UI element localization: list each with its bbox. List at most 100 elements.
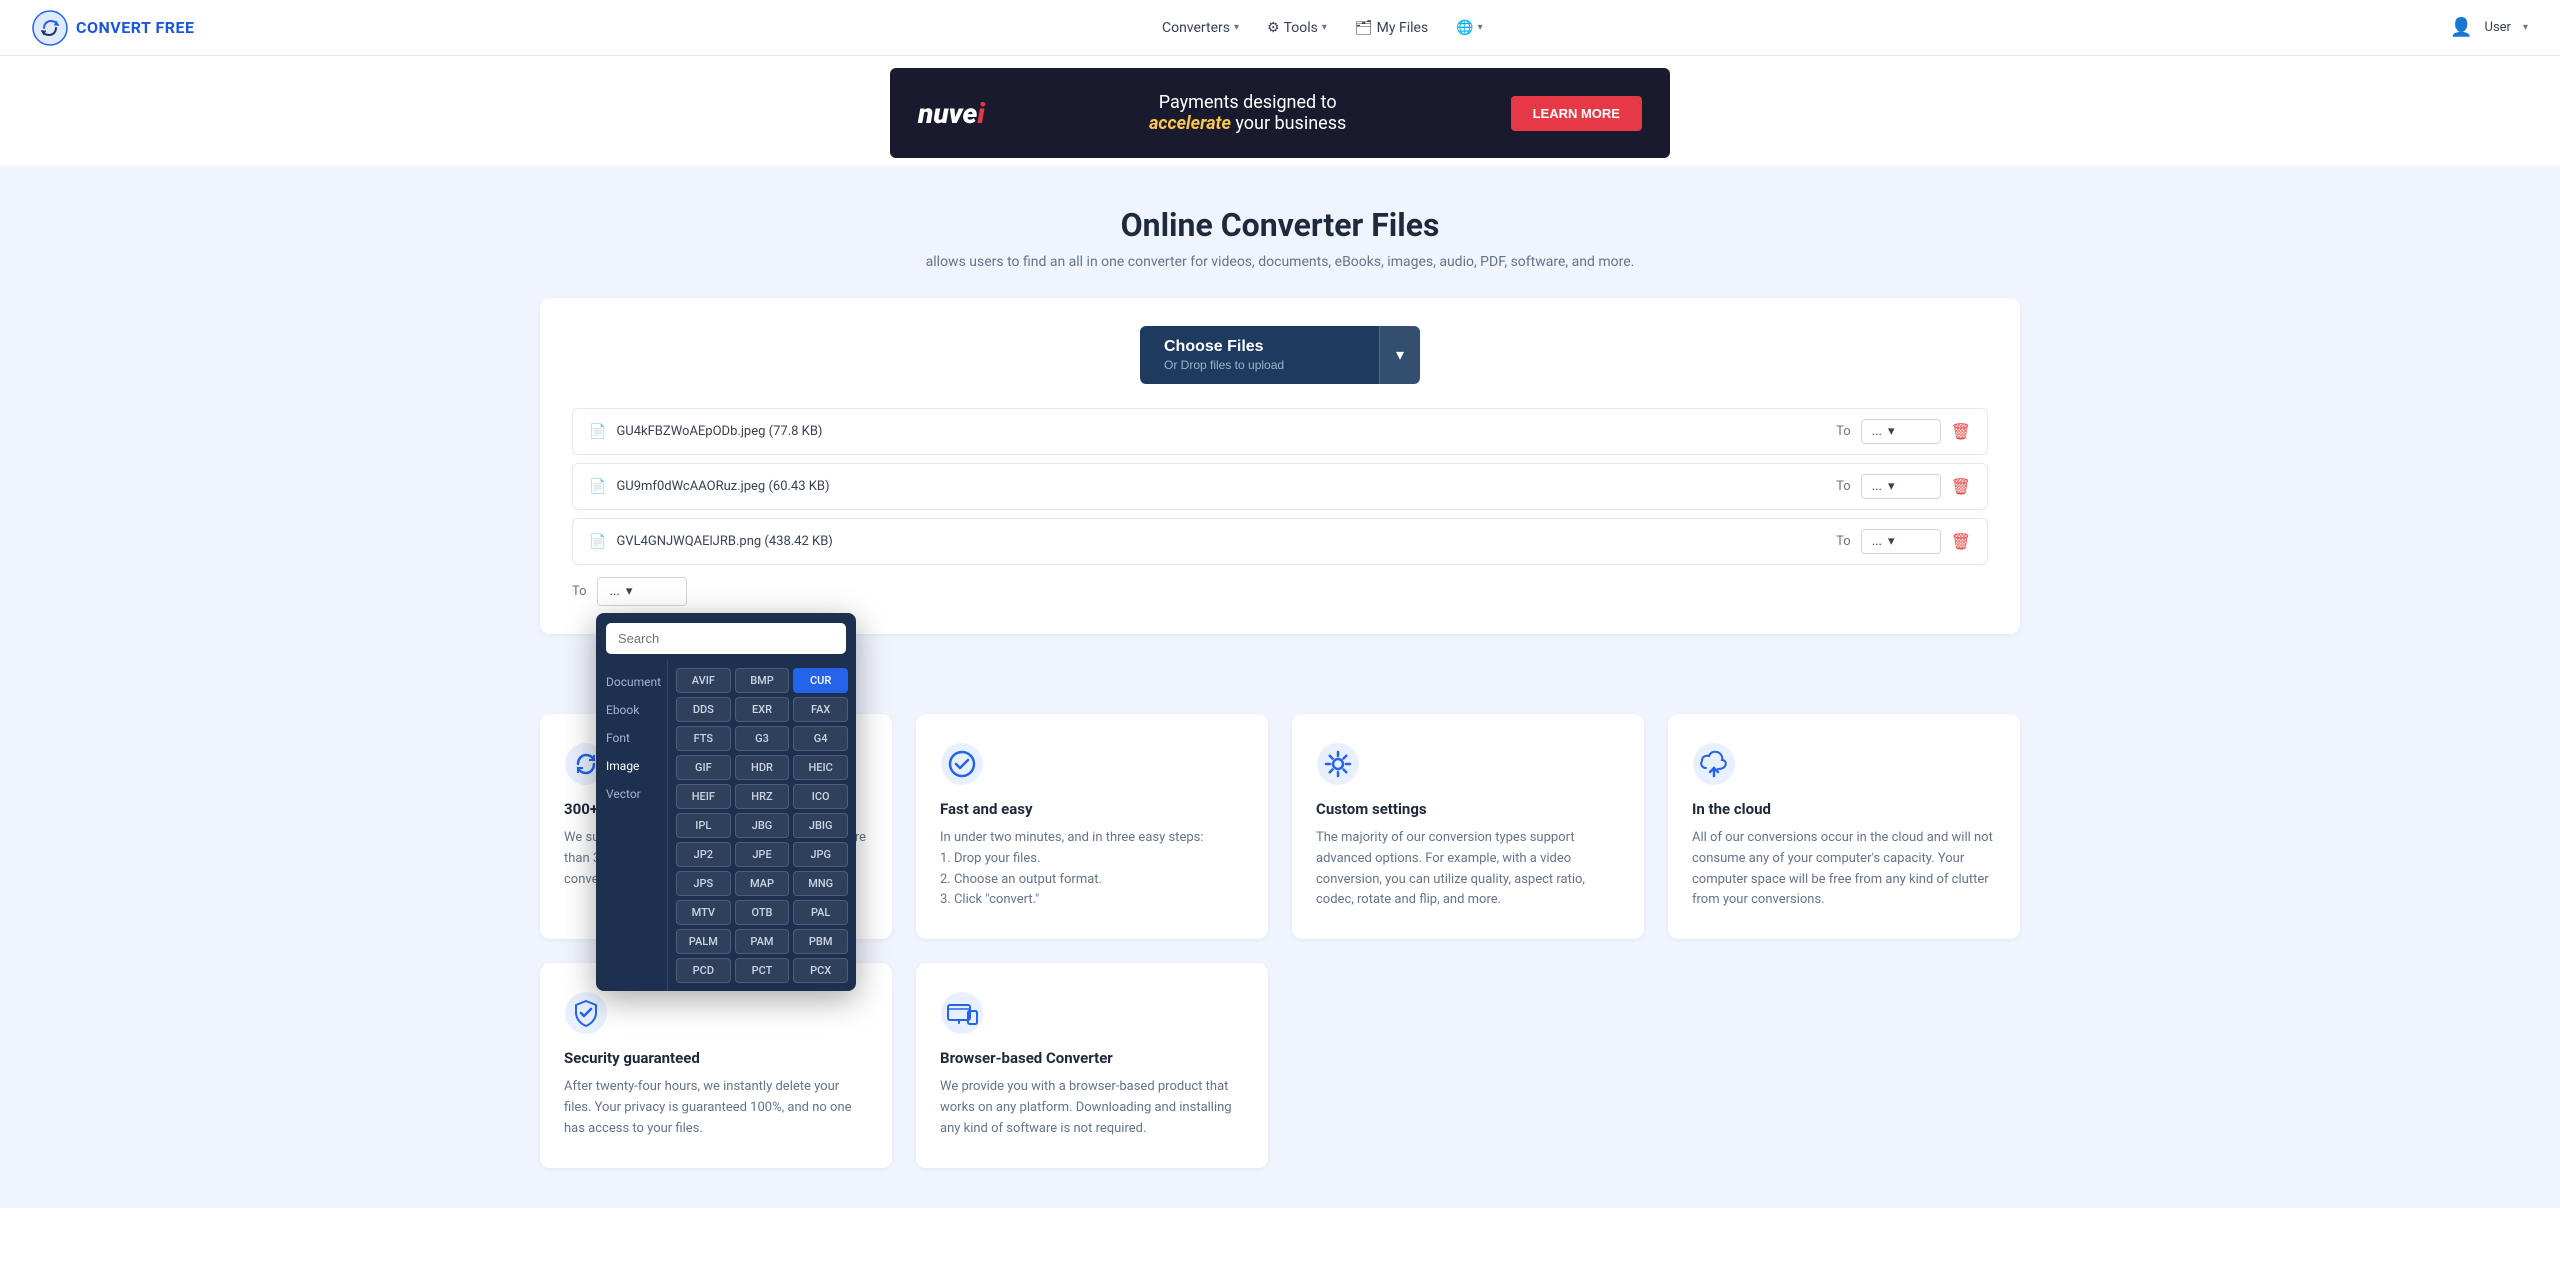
dropdown-formats-grid: AVIFBMPCUR DDSEXRFAX FTSG3G4 GIFHDRHEIC HEIF… — [668, 660, 856, 991]
format-chip-avif[interactable]: AVIF — [676, 668, 731, 693]
format-chip-jps[interactable]: JPS — [676, 871, 731, 896]
to-select-0[interactable]: ... ▾ — [1861, 419, 1941, 444]
delete-file-2[interactable]: 🗑 — [1951, 532, 1971, 552]
format-chip-bmp[interactable]: BMP — [735, 668, 790, 693]
file-row-left: 📄 GU4kFBZWoAEpODb.jpeg (77.8 KB) — [589, 424, 822, 440]
to-label-1: To — [1836, 479, 1851, 494]
format-chip-map[interactable]: MAP — [735, 871, 790, 896]
nav-tools[interactable]: ⚙ Tools ▾ — [1267, 20, 1327, 36]
feature-cloud: In the cloud All of our conversions occu… — [1668, 714, 2020, 939]
format-chip-jbg[interactable]: JBG — [735, 813, 790, 838]
tools-chevron: ▾ — [1322, 22, 1327, 33]
file-row-left: 📄 GVL4GNJWQAElJRB.png (438.42 KB) — [589, 534, 833, 550]
feature-icon-cloud — [1692, 742, 1736, 786]
features-section: 300+ formats supported We support more t… — [0, 674, 2560, 1208]
format-chip-pcd[interactable]: PCD — [676, 958, 731, 983]
format-chip-otb[interactable]: OTB — [735, 900, 790, 925]
navbar-center-nav: Converters ▾ ⚙ Tools ▾ 🗂 My Files 🌐 ▾ — [1162, 20, 1483, 36]
choose-files-button[interactable]: Choose Files Or Drop files to upload ▾ — [1140, 326, 1420, 384]
ad-cta-button[interactable]: LEARN MORE — [1511, 96, 1642, 131]
brand-name: CONVERT FREE — [76, 18, 195, 37]
format-chip-jbig[interactable]: JBIG — [793, 813, 848, 838]
file-row: 📄 GVL4GNJWQAElJRB.png (438.42 KB) To ...… — [572, 518, 1988, 565]
nav-language[interactable]: 🌐 ▾ — [1456, 20, 1482, 36]
dropdown-search-wrap — [596, 613, 856, 660]
feature-browser: Browser-based Converter We provide you w… — [916, 963, 1268, 1167]
cat-document[interactable]: Document — [596, 668, 667, 696]
my-files-icon: 🗂 — [1355, 20, 1373, 36]
feature-title-custom: Custom settings — [1316, 800, 1620, 818]
format-chip-g3[interactable]: G3 — [735, 726, 790, 751]
feature-desc-fast: In under two minutes, and in three easy … — [940, 828, 1244, 911]
main-content: Online Converter Files allows users to f… — [0, 166, 2560, 674]
cloud-upload-icon — [1692, 742, 1736, 786]
format-search-input[interactable] — [606, 623, 846, 654]
format-chip-ico[interactable]: ICO — [793, 784, 848, 809]
to-select-2[interactable]: ... ▾ — [1861, 529, 1941, 554]
ad-headline-italic: accelerate — [1149, 113, 1231, 134]
file-row: 📄 GU9mf0dWcAAORuz.jpeg (60.43 KB) To ...… — [572, 463, 1988, 510]
choose-files-chevron-icon: ▾ — [1379, 326, 1420, 384]
format-chip-hrz[interactable]: HRZ — [735, 784, 790, 809]
to-label-0: To — [1836, 424, 1851, 439]
format-chip-pam[interactable]: PAM — [735, 929, 790, 954]
format-chip-jp2[interactable]: JP2 — [676, 842, 731, 867]
cat-image[interactable]: Image — [596, 752, 667, 780]
navbar: CONVERT FREE Converters ▾ ⚙ Tools ▾ 🗂 My… — [0, 0, 2560, 56]
nav-my-files[interactable]: 🗂 My Files — [1355, 20, 1428, 36]
check-circle-icon — [940, 742, 984, 786]
format-chip-fts[interactable]: FTS — [676, 726, 731, 751]
hero-title: Online Converter Files — [24, 206, 2536, 244]
global-format-select[interactable]: ... ▾ — [597, 577, 687, 606]
format-chip-palm[interactable]: PALM — [676, 929, 731, 954]
delete-file-0[interactable]: 🗑 — [1951, 422, 1971, 442]
feature-security: Security guaranteed After twenty-four ho… — [540, 963, 892, 1167]
file-row-right: To ... ▾ 🗑 — [1836, 529, 1971, 554]
feature-title-cloud: In the cloud — [1692, 800, 1996, 818]
to-select-chevron-1: ▾ — [1888, 479, 1895, 494]
shield-icon — [564, 991, 608, 1035]
format-chip-pal[interactable]: PAL — [793, 900, 848, 925]
format-chip-dds[interactable]: DDS — [676, 697, 731, 722]
format-chip-heif[interactable]: HEIF — [676, 784, 731, 809]
format-chip-pcx[interactable]: PCX — [793, 958, 848, 983]
format-chip-gif[interactable]: GIF — [676, 755, 731, 780]
ad-banner: nuvei Payments designed to accelerate yo… — [890, 68, 1670, 158]
format-chip-pct[interactable]: PCT — [735, 958, 790, 983]
converters-chevron: ▾ — [1234, 22, 1239, 33]
format-chip-mtv[interactable]: MTV — [676, 900, 731, 925]
feature-desc-browser: We provide you with a browser-based prod… — [940, 1077, 1244, 1139]
cat-ebook[interactable]: Ebook — [596, 696, 667, 724]
file-icon: 📄 — [589, 479, 606, 495]
nav-converters[interactable]: Converters ▾ — [1162, 20, 1239, 36]
ad-text-block: Payments designed to accelerate your bus… — [1149, 92, 1346, 134]
feature-icon-security — [564, 991, 608, 1035]
format-chip-jpe[interactable]: JPE — [735, 842, 790, 867]
my-files-label: My Files — [1377, 20, 1429, 36]
user-chevron: ▾ — [2523, 22, 2528, 33]
feature-icon-custom — [1316, 742, 1360, 786]
format-chip-g4[interactable]: G4 — [793, 726, 848, 751]
to-label-2: To — [1836, 534, 1851, 549]
to-select-1[interactable]: ... ▾ — [1861, 474, 1941, 499]
cat-vector[interactable]: Vector — [596, 780, 667, 808]
format-chip-cur[interactable]: CUR — [793, 668, 848, 693]
format-chip-ipl[interactable]: IPL — [676, 813, 731, 838]
file-name-1: GU9mf0dWcAAORuz.jpeg (60.43 KB) — [616, 479, 829, 494]
devices-icon — [940, 991, 984, 1035]
format-chip-hdr[interactable]: HDR — [735, 755, 790, 780]
brand-logo-icon — [32, 10, 68, 46]
format-chip-fax[interactable]: FAX — [793, 697, 848, 722]
format-chip-jpg[interactable]: JPG — [793, 842, 848, 867]
user-name: User — [2485, 20, 2511, 35]
feature-title-browser: Browser-based Converter — [940, 1049, 1244, 1067]
format-chip-heic[interactable]: HEIC — [793, 755, 848, 780]
choose-files-btn-main: Choose Files Or Drop files to upload — [1140, 326, 1379, 384]
delete-file-1[interactable]: 🗑 — [1951, 477, 1971, 497]
format-chip-mng[interactable]: MNG — [793, 871, 848, 896]
dropdown-body: Document Ebook Font Image Vector AVIFBMP… — [596, 660, 856, 991]
cat-font[interactable]: Font — [596, 724, 667, 752]
format-chip-pbm[interactable]: PBM — [793, 929, 848, 954]
file-row: 📄 GU4kFBZWoAEpODb.jpeg (77.8 KB) To ... … — [572, 408, 1988, 455]
format-chip-exr[interactable]: EXR — [735, 697, 790, 722]
